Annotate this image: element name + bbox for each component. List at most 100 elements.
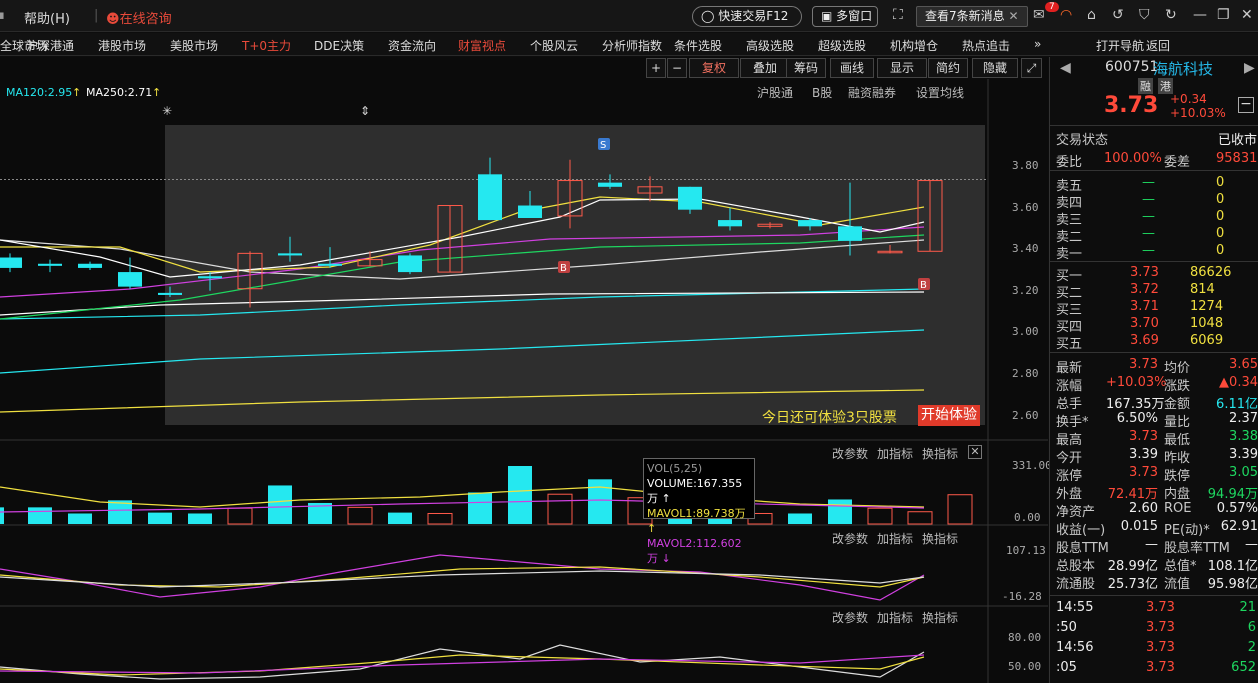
ask-price: —: [1142, 209, 1155, 224]
stat-value: +10.03%: [1106, 375, 1167, 390]
stat-label: 流通股: [1056, 577, 1096, 592]
toolbar-button[interactable]: 隐藏: [972, 58, 1018, 78]
mail-badge: 7: [1045, 2, 1059, 12]
stat-label: 流值: [1164, 577, 1191, 592]
nav-item[interactable]: 打开导航: [1096, 37, 1144, 54]
panel-tab[interactable]: 加指标: [877, 445, 913, 462]
close-news-icon[interactable]: ✕: [1008, 9, 1018, 23]
nav-item[interactable]: T+0主力: [242, 37, 291, 54]
start-trial-button[interactable]: 开始体验: [918, 405, 980, 426]
nav-item[interactable]: 港股市场: [98, 37, 146, 54]
stat-value: 72.41万: [1107, 487, 1158, 502]
nav-item[interactable]: 资金流向: [388, 37, 436, 54]
price-tick: 3.40: [1012, 242, 1039, 256]
mail-icon[interactable]: ✉: [1033, 7, 1045, 23]
nav-item[interactable]: 机构增仓: [890, 37, 938, 54]
vol-tooltip: VOL(5,25) VOLUME:167.355万 ↑ MAVOL1:89.73…: [643, 458, 755, 565]
nav-item[interactable]: 财富视点: [458, 37, 506, 54]
volume-bar: [347, 506, 373, 525]
bid-volume: 814: [1190, 282, 1215, 297]
volume-bar: [508, 466, 532, 524]
menu-edge[interactable]: ▪: [0, 8, 5, 23]
back-icon[interactable]: ↺: [1112, 7, 1124, 23]
shirt-icon[interactable]: ⛉: [1139, 7, 1150, 23]
stat-label: 收益(一): [1056, 523, 1106, 538]
prev-stock-icon[interactable]: ◀: [1060, 60, 1071, 76]
bid-label: 买五: [1056, 337, 1083, 352]
price-pct: +10.03%: [1170, 106, 1226, 120]
headset-icon[interactable]: ◠: [1060, 7, 1072, 23]
order-diff-label: 委差: [1164, 155, 1191, 170]
news-button[interactable]: 查看7条新消息 ✕: [916, 6, 1028, 27]
nav-item[interactable]: 热点追击: [962, 37, 1010, 54]
stat-label: ROE: [1164, 501, 1192, 516]
panel-tab[interactable]: 换指标: [922, 445, 958, 462]
toolbar-button[interactable]: −: [667, 58, 687, 78]
nav-item[interactable]: »: [1034, 37, 1041, 51]
ask-volume: 0: [1216, 192, 1225, 207]
status-label: 交易状态: [1056, 133, 1109, 148]
panel-tab[interactable]: 加指标: [877, 530, 913, 547]
toolbar-button[interactable]: 筹码: [786, 58, 826, 78]
nav-item[interactable]: 美股市场: [170, 37, 218, 54]
sub-link[interactable]: 融资融券: [848, 84, 896, 101]
nav-item[interactable]: 沪深港通: [26, 37, 74, 54]
nav-item[interactable]: 超级选股: [818, 37, 866, 54]
close-panel-icon[interactable]: ✕: [968, 445, 982, 459]
trade-marker-label: S: [600, 140, 606, 151]
ind2-axis-top: 80.00: [1008, 631, 1042, 644]
volume-bar: [427, 512, 453, 525]
stat-label: 股息TTM: [1056, 541, 1109, 556]
maximize-icon[interactable]: ❐: [1217, 7, 1230, 23]
minimize-icon[interactable]: —: [1193, 7, 1207, 23]
ask-price: —: [1142, 243, 1155, 258]
toolbar-button[interactable]: 简约: [928, 58, 968, 78]
nav-item[interactable]: 个股风云: [530, 37, 578, 54]
quick-trade-button[interactable]: ◯ 快速交易F12: [692, 6, 802, 27]
nav-item[interactable]: 分析师指数: [602, 37, 662, 54]
nav-item[interactable]: 返回: [1146, 37, 1170, 54]
ask-volume: 0: [1216, 209, 1225, 224]
home-icon[interactable]: ⌂: [1087, 7, 1096, 23]
nav-item[interactable]: DDE决策: [314, 37, 364, 54]
volume-bar: [28, 507, 52, 524]
fullscreen-icon[interactable]: ⤢: [1021, 58, 1042, 78]
panel-tab[interactable]: 改参数: [832, 609, 868, 626]
toolbar-button[interactable]: 画线: [830, 58, 874, 78]
panel-tab[interactable]: 加指标: [877, 609, 913, 626]
stat-value: 6.11亿: [1216, 397, 1258, 412]
help-menu[interactable]: 帮助(H): [24, 8, 70, 27]
sub-link[interactable]: 设置均线: [916, 84, 964, 101]
close-icon[interactable]: ✕: [1241, 7, 1253, 23]
sub-link[interactable]: B股: [812, 84, 832, 101]
toolbar-button[interactable]: +: [646, 58, 666, 78]
multi-window-button[interactable]: ▣ 多窗口: [812, 6, 878, 27]
expand-icon[interactable]: ⛶: [893, 7, 903, 23]
refresh-icon[interactable]: ↻: [1165, 7, 1177, 23]
consult-link[interactable]: ☻在线咨询: [106, 8, 172, 27]
toolbar-button[interactable]: 复权: [689, 58, 739, 78]
collapse-icon[interactable]: −: [1238, 97, 1254, 113]
stat-value: ▲0.34: [1219, 375, 1258, 390]
next-stock-icon[interactable]: ▶: [1244, 60, 1255, 76]
chart-canvas[interactable]: ✳ ⇕ S B B: [0, 57, 1048, 683]
panel-tab[interactable]: 改参数: [832, 445, 868, 462]
nav-item[interactable]: 高级选股: [746, 37, 794, 54]
panel-tab[interactable]: 换指标: [922, 530, 958, 547]
volume-bar: [588, 479, 612, 524]
candle-body: [318, 263, 342, 266]
tooltip-title: VOL(5,25): [647, 462, 703, 475]
sub-link[interactable]: 沪股通: [757, 84, 793, 101]
panel-tab[interactable]: 换指标: [922, 609, 958, 626]
tick-volume: 652: [1231, 660, 1256, 675]
ma-value: MA120:2.95: [6, 86, 73, 99]
candle-body: [158, 292, 182, 295]
volume-bar: [388, 512, 412, 524]
panel-tab[interactable]: 改参数: [832, 530, 868, 547]
toolbar-button[interactable]: 叠加: [740, 58, 790, 78]
bid-price: 3.70: [1130, 316, 1159, 331]
price-tick: 2.60: [1012, 408, 1039, 422]
toolbar-button[interactable]: 显示: [877, 58, 927, 78]
nav-item[interactable]: 条件选股: [674, 37, 722, 54]
top-bar: ▪ 帮助(H) | ☻在线咨询 ◯ 快速交易F12 ▣ 多窗口 ⛶ 查看7条新消…: [0, 0, 1258, 32]
